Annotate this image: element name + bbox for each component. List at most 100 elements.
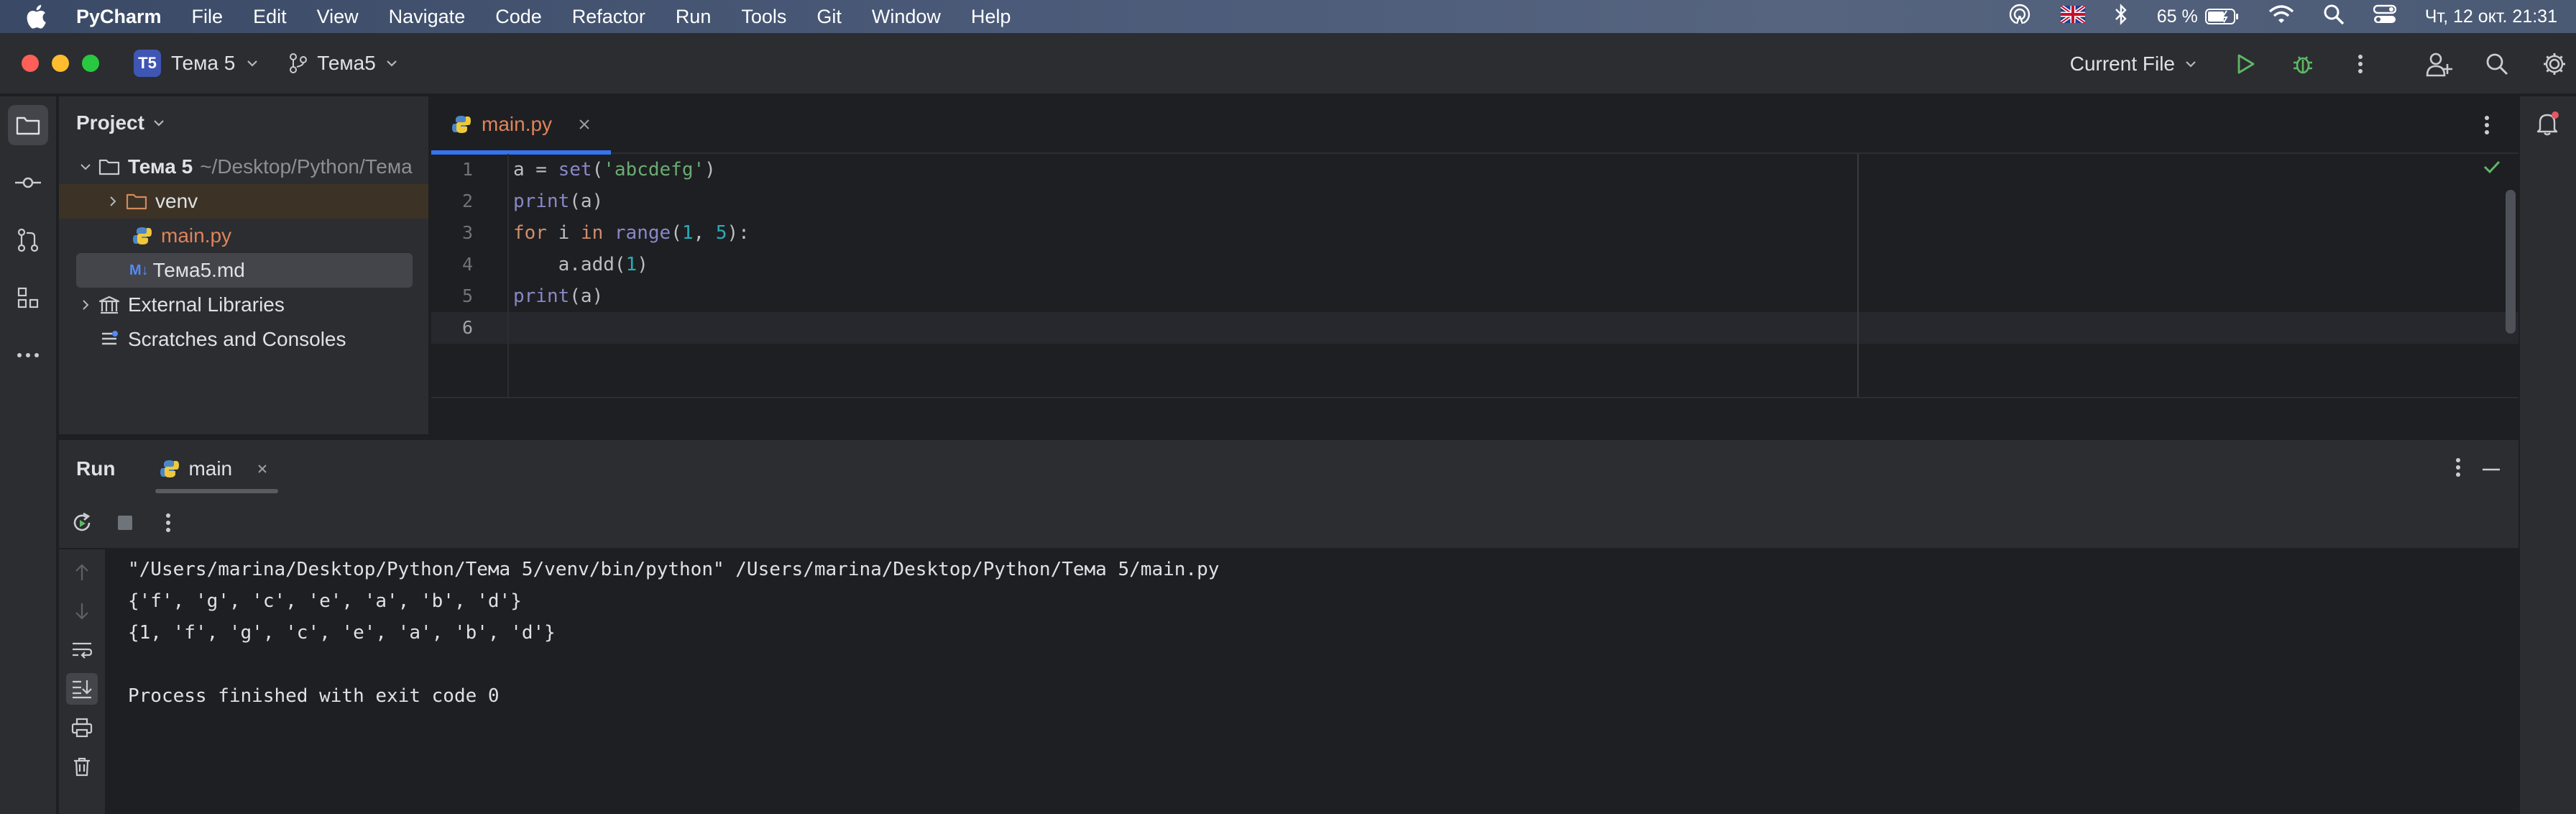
run-button[interactable] [2225, 44, 2266, 84]
menu-file[interactable]: File [177, 6, 239, 28]
code-line[interactable]: a.add(1) [510, 249, 2518, 280]
line-number[interactable]: 3 [431, 217, 507, 249]
battery-status[interactable]: 65 % [2157, 6, 2240, 27]
settings-button[interactable] [2534, 44, 2575, 84]
scroll-up-button[interactable] [66, 557, 98, 588]
spotlight-search-icon[interactable] [2323, 4, 2345, 30]
line-number[interactable]: 5 [431, 280, 507, 312]
print-button[interactable] [66, 712, 98, 744]
bluetooth-icon[interactable] [2114, 3, 2128, 31]
tree-row-main-py[interactable]: main.py [59, 219, 428, 253]
editor-content[interactable]: 123456 a = set('abcdefg') print(a) for i i… [431, 154, 2518, 434]
run-configuration-selector[interactable]: Current File [2070, 52, 2198, 76]
airdrop-icon[interactable] [2007, 2, 2032, 32]
menu-git[interactable]: Git [801, 6, 857, 28]
chevron-down-icon [2186, 61, 2196, 68]
menu-edit[interactable]: Edit [238, 6, 302, 28]
run-tab-main[interactable]: main [150, 440, 278, 498]
tree-row-scratches[interactable]: Scratches and Consoles [59, 322, 428, 357]
structure-tool-button[interactable] [8, 278, 48, 318]
more-tool-windows-button[interactable] [8, 335, 48, 375]
menu-navigate[interactable]: Navigate [374, 6, 481, 28]
editor-tabs-menu-button[interactable] [2474, 112, 2500, 138]
code-line[interactable]: print(a) [510, 280, 2518, 312]
line-number[interactable]: 6 [431, 312, 507, 344]
editor-tab-bar: main.py [431, 96, 2518, 155]
run-panel-header: Run main [59, 440, 2518, 498]
tree-row-tema5-md[interactable]: M↓ Тема5.md [76, 253, 413, 288]
menu-tools[interactable]: Tools [726, 6, 801, 28]
menu-run[interactable]: Run [661, 6, 727, 28]
console-output[interactable]: "/Users/marina/Desktop/Python/Тема 5/ven… [105, 549, 2518, 814]
ide-main-toolbar: T5 Тема 5 Тема5 Current File [0, 33, 2576, 95]
project-widget[interactable]: T5 Тема 5 [134, 50, 259, 77]
menu-app-name[interactable]: PyCharm [72, 6, 177, 28]
chevron-down-icon[interactable] [75, 160, 96, 173]
editor-vertical-scrollbar[interactable] [2506, 190, 2516, 334]
left-tool-window-bar [0, 96, 58, 814]
chevron-right-icon[interactable] [75, 298, 96, 311]
console-line[interactable]: Process finished with exit code 0 [105, 680, 2518, 712]
project-tool-button[interactable] [8, 105, 48, 145]
code-line[interactable]: print(a) [510, 186, 2518, 217]
menu-code[interactable]: Code [480, 6, 557, 28]
uk-flag-icon[interactable] [2059, 4, 2087, 28]
apple-icon[interactable] [0, 4, 72, 29]
code-token: range [614, 222, 671, 244]
tree-row-venv[interactable]: venv [59, 184, 428, 219]
chevron-down-icon [387, 60, 397, 67]
zoom-window-button[interactable] [82, 55, 99, 72]
menu-clock[interactable]: Чт, 12 окт. 21:31 [2425, 6, 2557, 27]
menu-refactor[interactable]: Refactor [557, 6, 661, 28]
console-line[interactable]: {'f', 'g', 'c', 'e', 'a', 'b', 'd'} [105, 585, 2518, 617]
close-icon[interactable] [578, 118, 591, 131]
debug-button[interactable] [2283, 44, 2323, 84]
close-window-button[interactable] [22, 55, 39, 72]
line-number[interactable]: 2 [431, 186, 507, 217]
vcs-branch-widget[interactable]: Тема5 [288, 52, 399, 75]
close-icon[interactable] [257, 463, 268, 475]
code-with-me-button[interactable] [2419, 44, 2460, 84]
hide-panel-button[interactable] [2481, 462, 2501, 475]
rerun-button[interactable] [66, 507, 98, 539]
editor-tab-main-py[interactable]: main.py [431, 96, 612, 155]
code-line[interactable]: a = set('abcdefg') [510, 154, 2518, 186]
wifi-icon[interactable] [2268, 4, 2294, 29]
soft-wrap-button[interactable] [66, 634, 98, 666]
structure-icon [17, 287, 39, 308]
minimize-window-button[interactable] [52, 55, 69, 72]
notifications-button[interactable] [2528, 104, 2568, 144]
code-line[interactable]: for i in range(1, 5): [510, 217, 2518, 249]
no-problems-check-icon[interactable] [2483, 160, 2501, 178]
panel-splitter[interactable] [59, 434, 2518, 440]
menu-window[interactable]: Window [857, 6, 956, 28]
run-panel-options-button[interactable] [2455, 457, 2461, 481]
menu-view[interactable]: View [302, 6, 374, 28]
run-more-button[interactable] [152, 507, 184, 539]
menu-help[interactable]: Help [956, 6, 1026, 28]
chevron-right-icon[interactable] [102, 195, 124, 208]
more-actions-button[interactable] [2340, 44, 2380, 84]
line-number-gutter[interactable]: 123456 [431, 154, 509, 397]
tree-row-project-root[interactable]: Тема 5 ~/Desktop/Python/Тема [59, 150, 428, 184]
pull-requests-tool-button[interactable] [8, 220, 48, 260]
code-token: a.add( [513, 254, 626, 275]
control-center-icon[interactable] [2373, 4, 2396, 29]
code-line[interactable] [510, 312, 2518, 344]
line-number[interactable]: 4 [431, 249, 507, 280]
right-tool-window-bar [2518, 96, 2576, 814]
project-panel-header[interactable]: Project [59, 96, 428, 150]
code-token: ) [637, 254, 648, 275]
console-line[interactable]: "/Users/marina/Desktop/Python/Тема 5/ven… [105, 554, 2518, 585]
search-everywhere-button[interactable] [2477, 44, 2517, 84]
stop-button[interactable] [109, 507, 141, 539]
console-line[interactable]: {1, 'f', 'g', 'c', 'e', 'a', 'b', 'd'} [105, 617, 2518, 649]
code-text[interactable]: a = set('abcdefg') print(a) for i in range… [510, 154, 2518, 344]
scroll-to-end-button[interactable] [66, 673, 98, 705]
line-number[interactable]: 1 [431, 154, 507, 186]
console-line[interactable] [105, 649, 2518, 680]
clear-console-button[interactable] [66, 751, 98, 782]
tree-row-external-libraries[interactable]: External Libraries [59, 288, 428, 322]
scroll-down-button[interactable] [66, 595, 98, 627]
commit-tool-button[interactable] [8, 163, 48, 203]
